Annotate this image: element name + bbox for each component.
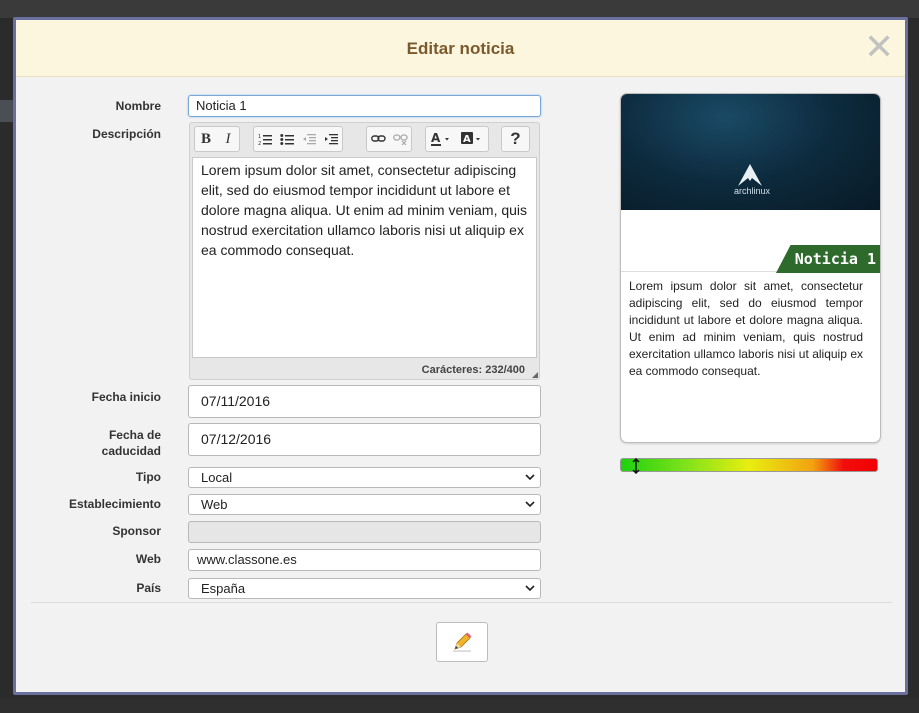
rich-text-editor: B I 12 A A ? Lorem ipsum dolor sit amet,… (189, 122, 540, 380)
editor-toolbar: B I 12 A A ? (192, 126, 537, 154)
preview-title-badge: Noticia 1 (776, 245, 880, 273)
pais-select[interactable]: España (188, 578, 541, 599)
pais-label: País (136, 581, 161, 595)
character-counter: Carácteres: 232/400 (421, 364, 525, 376)
preview-image: archlinux (621, 94, 880, 210)
modal-header: Editar noticia ✕ (16, 20, 905, 77)
svg-text:A: A (463, 134, 471, 145)
modal-title: Editar noticia (406, 39, 515, 58)
fecha-caducidad-input[interactable]: 07/12/2016 (188, 423, 541, 456)
length-meter (620, 458, 878, 474)
help-icon[interactable]: ? (502, 127, 529, 151)
ordered-list-icon[interactable]: 12 (254, 127, 276, 151)
chevron-down-icon (525, 474, 535, 481)
backdrop-bottom (0, 698, 919, 713)
resize-handle-icon[interactable] (532, 372, 538, 378)
chevron-down-icon (525, 585, 535, 592)
fecha-inicio-input[interactable]: 07/11/2016 (188, 385, 541, 418)
svg-text:A: A (431, 132, 441, 145)
italic-icon[interactable]: I (217, 127, 239, 151)
background-color-icon[interactable]: A (456, 127, 488, 151)
description-textarea[interactable]: Lorem ipsum dolor sit amet, consectetur … (192, 157, 537, 358)
toolbar-group-links (366, 126, 412, 152)
fecha-inicio-label: Fecha inicio (91, 390, 161, 404)
tipo-label: Tipo (135, 470, 161, 484)
nombre-input[interactable]: Noticia 1 (188, 95, 541, 117)
font-color-icon[interactable]: A (426, 127, 456, 151)
news-preview-card: archlinux Noticia 1 Lorem ipsum dolor si… (620, 93, 881, 443)
descripcion-label: Descripción (92, 127, 161, 141)
indent-icon[interactable] (320, 127, 342, 151)
link-icon[interactable] (367, 127, 389, 151)
establecimiento-select[interactable]: Web (188, 494, 541, 515)
close-button[interactable]: ✕ (864, 29, 894, 65)
sponsor-input (188, 521, 541, 543)
toolbar-group-help: ? (501, 126, 530, 152)
toolbar-group-format: B I (194, 126, 240, 152)
fecha-caducidad-label: Fecha de caducidad (11, 427, 161, 459)
pencil-icon (453, 632, 472, 652)
web-label: Web (135, 552, 161, 566)
tipo-select[interactable]: Local (188, 467, 541, 488)
meter-handle-icon[interactable] (631, 458, 641, 474)
svg-text:2: 2 (258, 141, 261, 146)
unlink-icon[interactable] (389, 127, 411, 151)
close-icon: ✕ (864, 26, 895, 67)
preview-logo-text: archlinux (734, 186, 771, 196)
edit-news-modal: Editar noticia ✕ Nombre Noticia 1 Descri… (13, 17, 908, 695)
establecimiento-select-value: Web (201, 497, 228, 512)
fecha-caducidad-label-line2: caducidad (101, 444, 161, 458)
toolbar-group-colors: A A (425, 126, 489, 152)
nombre-label: Nombre (115, 99, 161, 113)
fecha-caducidad-label-line1: Fecha de (108, 428, 161, 442)
sponsor-label: Sponsor (112, 524, 161, 538)
bold-icon[interactable]: B (195, 127, 217, 151)
footer-divider (31, 602, 892, 603)
toolbar-group-lists: 12 (253, 126, 343, 152)
preview-text: Lorem ipsum dolor sit amet, consectetur … (629, 279, 863, 378)
edit-button[interactable] (436, 622, 488, 662)
backdrop-top (0, 0, 919, 18)
pais-select-value: España (201, 581, 246, 596)
establecimiento-label: Establecimiento (68, 497, 161, 511)
unordered-list-icon[interactable] (276, 127, 298, 151)
svg-text:1: 1 (258, 134, 261, 140)
outdent-icon[interactable] (298, 127, 320, 151)
tipo-select-value: Local (201, 470, 233, 485)
arch-logo-icon (738, 164, 762, 186)
web-input[interactable]: www.classone.es (188, 549, 541, 571)
chevron-down-icon (525, 501, 535, 508)
